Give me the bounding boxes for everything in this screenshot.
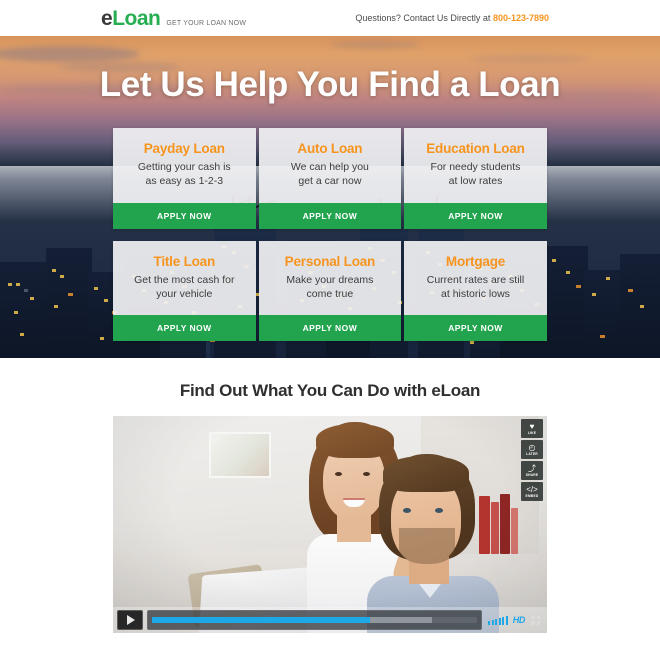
loan-card-desc-line-1: We can help you (290, 161, 369, 173)
landing-page: e Loan GET YOUR LOAN NOW Questions? Conta… (0, 0, 660, 660)
loan-card-body: Payday Loan Getting your cash is as easy… (113, 128, 256, 203)
video-action-rail: ♥ LIKE ◴ LATER ⤴ SHARE </> EMBED (521, 419, 543, 501)
logo-text-e: e (101, 7, 113, 30)
video-section: Find Out What You Can Do with eLoan ♥ LI… (0, 358, 660, 660)
loan-card-title: Mortgage (445, 253, 506, 269)
logo-text-loan: Loan (112, 7, 161, 30)
video-thumbnail-image (113, 416, 547, 633)
loan-card-payday[interactable]: Payday Loan Getting your cash is as easy… (113, 128, 256, 229)
contact-info: Questions? Contact Us Directly at 800-12… (355, 13, 549, 23)
fullscreen-icon[interactable] (531, 615, 540, 625)
play-button[interactable] (117, 610, 143, 630)
loan-cards-row-1: Payday Loan Getting your cash is as easy… (113, 128, 547, 229)
video-like-button[interactable]: ♥ LIKE (521, 419, 543, 438)
loan-card-desc-line-2: as easy as 1-2-3 (145, 174, 224, 187)
loan-card-title: Auto Loan (297, 141, 363, 156)
man-beard (399, 528, 455, 564)
loan-card-desc-line-2: come true (306, 287, 354, 300)
video-watch-later-button[interactable]: ◴ LATER (521, 440, 543, 459)
video-share-label: SHARE (525, 473, 539, 477)
loan-cards-row-2: Title Loan Get the most cash for your ve… (113, 240, 547, 342)
video-player[interactable]: ♥ LIKE ◴ LATER ⤴ SHARE </> EMBED HD (113, 416, 547, 633)
volume-bar (495, 618, 498, 625)
loan-card-description: Getting your cash is as easy as 1-2-3 (121, 161, 248, 189)
hd-quality-badge[interactable]: HD (513, 615, 526, 625)
progress-played (152, 617, 370, 623)
volume-bar (491, 619, 494, 625)
share-icon: ⤴ (528, 463, 536, 473)
video-later-label: LATER (526, 452, 538, 456)
loan-card-description: Current rates are still at historic lows (412, 274, 539, 302)
logo-tagline: GET YOUR LOAN NOW (166, 20, 247, 27)
volume-bar (502, 616, 505, 625)
loan-card-description: We can help you get a car now (267, 161, 394, 189)
volume-bar (498, 617, 501, 625)
site-logo[interactable]: e Loan GET YOUR LOAN NOW (101, 8, 246, 29)
video-progress-bar[interactable] (147, 610, 483, 630)
section-heading: Find Out What You Can Do with eLoan (179, 381, 481, 400)
loan-card-desc-line-1: Make your dreams (286, 273, 374, 286)
wall-art-decor (209, 432, 271, 478)
video-control-bar: HD (113, 607, 547, 633)
loan-card-desc-line-2: at historic lows (441, 287, 510, 300)
loan-card-desc-line-1: Get the most cash for (134, 273, 235, 286)
loan-card-title: Education Loan (426, 141, 525, 156)
loan-card-body: Education Loan For needy students at low… (404, 128, 547, 203)
video-embed-button[interactable]: </> EMBED (521, 482, 543, 501)
embed-icon: </> (526, 484, 538, 494)
loan-card-body: Auto Loan We can help you get a car now (259, 128, 402, 203)
loan-card-title: Personal Loan (284, 253, 376, 269)
contact-phone-link[interactable]: 800-123-7890 (493, 13, 549, 23)
loan-card-title: Payday Loan (143, 141, 225, 156)
volume-bar (505, 615, 508, 625)
loan-card-description: Get the most cash for your vehicle (121, 274, 248, 302)
apply-now-button-mortgage[interactable]: APPLY NOW (404, 315, 547, 342)
loan-card-desc-line-1: Current rates are still (426, 273, 525, 286)
apply-now-button-education[interactable]: APPLY NOW (404, 202, 547, 229)
video-embed-label: EMBED (525, 494, 539, 498)
top-header-bar: e Loan GET YOUR LOAN NOW Questions? Conta… (0, 0, 660, 36)
loan-card-description: Make your dreams come true (267, 274, 394, 302)
loan-card-mortgage[interactable]: Mortgage Current rates are still at hist… (404, 240, 547, 342)
contact-label: Questions? Contact Us Directly at (355, 13, 491, 23)
video-share-button[interactable]: ⤴ SHARE (521, 461, 543, 480)
loan-card-description: For needy students at low rates (412, 161, 539, 189)
loan-card-desc-line-2: get a car now (298, 174, 362, 187)
loan-card-desc-line-1: For needy students (430, 161, 521, 173)
volume-control[interactable] (488, 615, 508, 625)
loan-cards-grid: Payday Loan Getting your cash is as easy… (113, 128, 547, 353)
clock-icon: ◴ (528, 442, 536, 452)
apply-now-button-payday[interactable]: APPLY NOW (113, 202, 256, 229)
volume-bar (488, 621, 491, 625)
man-eye-left (403, 508, 411, 513)
man-hair-front (383, 456, 469, 492)
hero-section: Let Us Help You Find a Loan Payday Loan … (0, 36, 660, 358)
play-icon (127, 615, 135, 625)
apply-now-button-personal[interactable]: APPLY NOW (258, 315, 402, 342)
hero-headline: Let Us Help You Find a Loan (99, 65, 561, 104)
loan-card-education[interactable]: Education Loan For needy students at low… (404, 128, 547, 229)
loan-card-body: Mortgage Current rates are still at hist… (404, 241, 547, 316)
loan-card-desc-line-1: Getting your cash is (137, 161, 231, 173)
loan-card-body: Personal Loan Make your dreams come true (259, 241, 402, 316)
loan-card-personal[interactable]: Personal Loan Make your dreams come true… (258, 240, 402, 342)
woman-hair-front (316, 424, 394, 458)
progress-track (152, 617, 478, 623)
heart-icon: ♥ (529, 421, 535, 431)
man-eye-right (435, 508, 443, 513)
video-like-label: LIKE (527, 431, 537, 435)
woman-eye-right (363, 472, 370, 476)
loan-card-auto[interactable]: Auto Loan We can help you get a car now … (258, 128, 402, 229)
apply-now-button-auto[interactable]: APPLY NOW (258, 202, 402, 229)
woman-eye-left (335, 472, 342, 476)
loan-card-body: Title Loan Get the most cash for your ve… (113, 241, 256, 316)
loan-card-title-loan[interactable]: Title Loan Get the most cash for your ve… (113, 240, 256, 342)
loan-card-desc-line-2: at low rates (448, 174, 503, 187)
loan-card-title: Title Loan (153, 253, 216, 269)
loan-card-desc-line-2: your vehicle (156, 287, 213, 300)
apply-now-button-title-loan[interactable]: APPLY NOW (113, 315, 256, 342)
